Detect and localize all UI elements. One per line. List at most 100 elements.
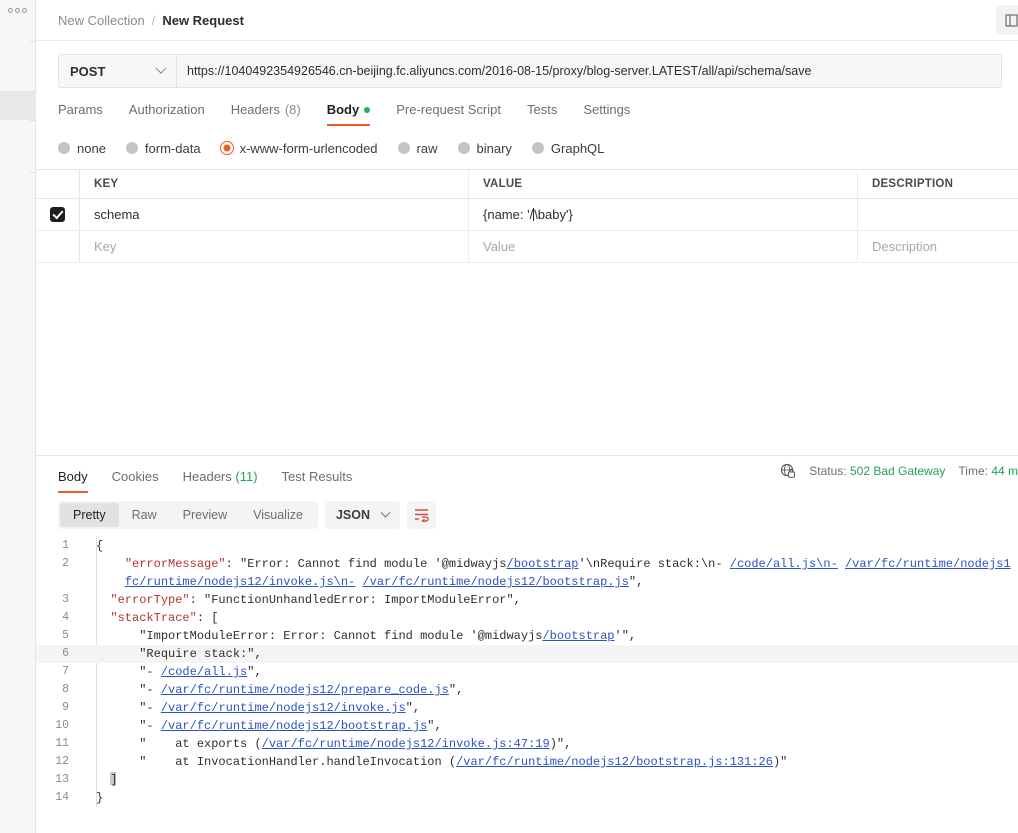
wrap-lines-icon <box>414 509 429 522</box>
response-tab-test-results[interactable]: Test Results <box>270 469 365 493</box>
code-link[interactable]: /code/all.js\n- <box>730 557 838 571</box>
row-key-input[interactable]: schema <box>94 207 140 222</box>
body-type-radios: none form-data x-www-form-urlencoded raw… <box>36 126 1018 160</box>
tab-pre-request-script[interactable]: Pre-request Script <box>383 102 514 126</box>
tab-headers[interactable]: Headers (8) <box>218 102 314 126</box>
placeholder-checkbox-cell <box>36 231 80 262</box>
url-text: https://1040492354926546.cn-beijing.fc.a… <box>187 64 812 78</box>
table-header-row: KEY VALUE DESCRIPTION <box>36 169 1018 199</box>
code-link[interactable]: /bootstrap <box>542 629 614 643</box>
url-input[interactable]: https://1040492354926546.cn-beijing.fc.a… <box>176 54 1002 88</box>
format-selector[interactable]: JSON <box>324 501 400 529</box>
table-placeholder-row[interactable]: Key Value Description <box>36 231 1018 263</box>
table-empty-space <box>36 263 1018 455</box>
code-token: : "FunctionUnhandledError: ImportModuleE… <box>189 593 521 607</box>
response-tab-body[interactable]: Body <box>58 469 100 493</box>
radio-icon <box>531 142 544 154</box>
code-token: "- <box>139 701 161 715</box>
code-link[interactable]: /var/fc/runtime/nodejs12/invoke.js <box>161 701 406 715</box>
status-value: 502 Bad Gateway <box>850 464 946 478</box>
row-value-suffix: \baby'} <box>534 207 573 222</box>
breadcrumb-separator: / <box>151 12 156 28</box>
code-token: ", <box>427 719 442 733</box>
breadcrumb-collection[interactable]: New Collection <box>58 13 145 28</box>
code-link[interactable]: /var/fc/runtime/nodejs12/bootstrap.js:13… <box>456 755 773 769</box>
line-number: 5 <box>62 629 69 642</box>
row-value-input[interactable]: {name: '/\baby'} <box>469 199 858 230</box>
code-line: 6 "Require stack:", <box>36 645 1018 663</box>
line-content: fc/runtime/nodejs12/invoke.js\n- /var/fc… <box>78 573 1018 591</box>
code-link[interactable]: /code/all.js <box>161 665 247 679</box>
table-row[interactable]: schema {name: '/\baby'} <box>36 199 1018 231</box>
body-type-raw[interactable]: raw <box>397 140 438 156</box>
code-link[interactable]: /var/fc/runtime/nodejs12/bootstrap.js <box>362 575 628 589</box>
globe-lock-icon[interactable] <box>780 463 796 479</box>
code-link[interactable]: /bootstrap <box>507 557 579 571</box>
line-content: } <box>78 789 1018 807</box>
request-tabs: Params Authorization Headers (8) Body Pr… <box>36 88 1018 126</box>
time-badge: Time: 44 m <box>958 464 1018 478</box>
code-line: 7 "- /code/all.js", <box>36 663 1018 681</box>
code-link[interactable]: /var/fc/runtime/nodejs12/invoke.js:47:19 <box>262 737 550 751</box>
radio-label: form-data <box>144 140 201 156</box>
code-token: ", <box>247 665 262 679</box>
response-status-group: Status: 502 Bad Gateway Time: 44 m <box>780 463 1018 479</box>
more-dots-icon[interactable] <box>8 8 27 13</box>
code-line: 5 "ImportModuleError: Error: Cannot find… <box>36 627 1018 645</box>
radio-label: raw <box>416 140 438 156</box>
row-checkbox-checked[interactable] <box>50 207 65 222</box>
line-content: "errorMessage": "Error: Cannot find modu… <box>78 555 1018 573</box>
code-line: 13 ] <box>36 771 1018 789</box>
body-type-form-data[interactable]: form-data <box>125 140 201 156</box>
code-token: " at exports ( <box>139 737 262 751</box>
panel-toggle-button[interactable] <box>996 5 1018 35</box>
tab-label: Params <box>58 102 103 117</box>
header-checkbox-cell <box>36 170 80 198</box>
chevron-down-icon <box>155 62 167 74</box>
response-panel: Body Cookies Headers (11) Test Results S… <box>36 455 1018 833</box>
code-line: 8 "- /var/fc/runtime/nodejs12/prepare_co… <box>36 681 1018 699</box>
tab-authorization[interactable]: Authorization <box>116 102 218 126</box>
response-tab-headers[interactable]: Headers (11) <box>171 469 270 493</box>
line-content: "ImportModuleError: Error: Cannot find m… <box>78 627 1018 645</box>
tab-settings[interactable]: Settings <box>570 102 643 126</box>
json-code: 1 { 2 "errorMessage": "Error: Cannot fin… <box>36 537 1018 807</box>
body-type-none[interactable]: none <box>58 141 106 156</box>
code-token: ", <box>405 701 421 715</box>
wrap-lines-button[interactable] <box>407 501 436 529</box>
method-selector[interactable]: POST <box>58 54 176 88</box>
tab-label: Body <box>58 469 88 484</box>
response-body-viewer[interactable]: 1 { 2 "errorMessage": "Error: Cannot fin… <box>36 537 1018 833</box>
tab-tests[interactable]: Tests <box>514 102 570 126</box>
method-label: POST <box>70 63 106 79</box>
placeholder-value-input[interactable]: Value <box>483 239 515 254</box>
code-token: ", <box>448 683 464 697</box>
placeholder-description-input[interactable]: Description <box>872 239 937 254</box>
tab-label: Headers <box>182 469 232 484</box>
tab-params[interactable]: Params <box>58 102 116 126</box>
body-type-x-www-form-urlencoded[interactable]: x-www-form-urlencoded <box>220 141 378 156</box>
tab-label: Test Results <box>281 469 353 484</box>
line-content: ] <box>78 771 1018 789</box>
view-mode-preview[interactable]: Preview <box>170 503 240 527</box>
line-number: 6 <box>62 647 69 660</box>
sidebar-active-item[interactable] <box>0 91 36 120</box>
placeholder-key-input[interactable]: Key <box>94 239 116 254</box>
breadcrumb-request[interactable]: New Request <box>162 13 244 28</box>
view-mode-raw[interactable]: Raw <box>119 503 170 527</box>
view-mode-pretty[interactable]: Pretty <box>60 503 119 527</box>
code-link[interactable]: fc/runtime/nodejs12/invoke.js\n- <box>125 575 355 589</box>
line-number: 8 <box>62 683 69 696</box>
line-number: 14 <box>55 791 69 804</box>
code-link[interactable]: /var/fc/runtime/nodejs12/prepare_code.js <box>161 683 449 697</box>
code-line: 1 { <box>36 537 1018 555</box>
tab-body[interactable]: Body <box>314 102 384 126</box>
row-checkbox-cell <box>36 199 80 230</box>
view-mode-visualize[interactable]: Visualize <box>240 503 316 527</box>
code-link[interactable]: /var/fc/runtime/nodejs1 <box>845 557 1011 571</box>
body-type-binary[interactable]: binary <box>457 141 512 156</box>
body-type-graphql[interactable]: GraphQL <box>531 141 604 156</box>
line-content: { <box>78 537 1018 555</box>
code-link[interactable]: /var/fc/runtime/nodejs12/bootstrap.js <box>161 719 427 733</box>
response-tab-cookies[interactable]: Cookies <box>100 469 171 493</box>
